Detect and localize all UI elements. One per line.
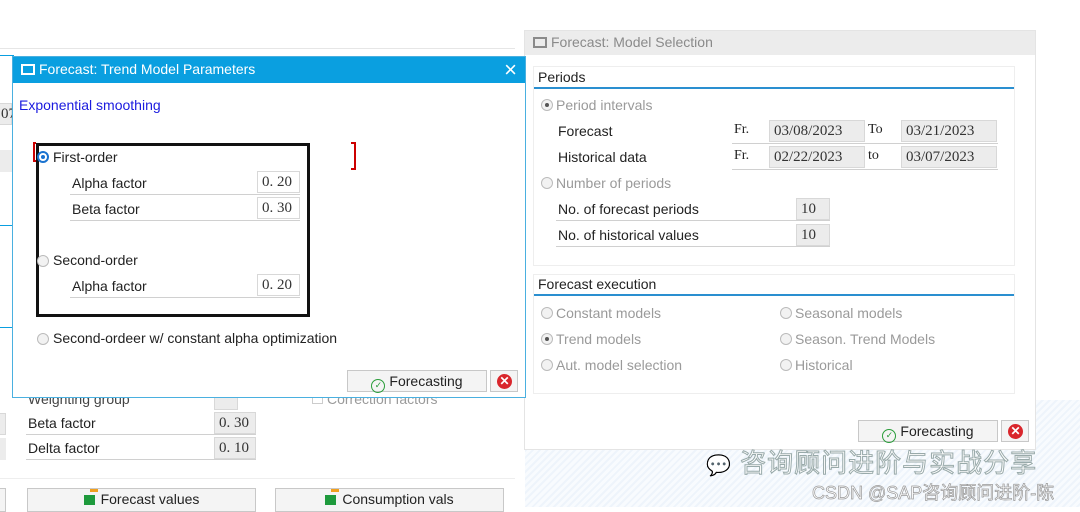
cancel-icon: ✕	[497, 374, 512, 389]
to-label: to	[868, 148, 879, 163]
forecast-periods-input[interactable]: 10	[796, 198, 830, 220]
forecast-periods-label: No. of forecast periods	[558, 201, 699, 217]
to-label: To	[868, 122, 883, 137]
button-label: Forecasting	[389, 373, 463, 389]
wechat-icon: 💬	[706, 455, 732, 478]
from-label: Fr.	[734, 122, 750, 137]
seasonal-models-label: Seasonal models	[795, 305, 903, 321]
trend-models-radio[interactable]	[541, 333, 553, 345]
forecast-label: Forecast	[558, 123, 613, 139]
alpha-factor-label: Alpha factor	[72, 175, 147, 191]
consumption-vals-button[interactable]: Consumption vals	[275, 488, 504, 512]
section-heading: Exponential smoothing	[19, 97, 161, 113]
historical-values-label: No. of historical values	[558, 227, 699, 243]
dialog-title: Forecast: Model Selection	[551, 34, 713, 50]
partial-input[interactable]	[0, 438, 6, 460]
from-label: Fr.	[734, 148, 750, 163]
cancel-button[interactable]: ✕	[490, 370, 518, 392]
auto-model-selection-label: Aut. model selection	[556, 357, 683, 373]
beta-factor-label: Beta factor	[28, 415, 96, 431]
forecasting-button[interactable]: ✓ Forecasting	[858, 420, 998, 443]
button-label: Forecast values	[100, 491, 200, 507]
auto-model-selection-radio[interactable]	[541, 359, 553, 371]
period-intervals-label: Period intervals	[556, 97, 653, 113]
cancel-icon: ✕	[1008, 424, 1023, 439]
focus-bracket	[351, 142, 356, 170]
periods-heading: Periods	[538, 69, 586, 85]
divider	[0, 48, 515, 49]
season-trend-models-label: Season. Trend Models	[795, 331, 936, 347]
forecast-values-button[interactable]: Forecast values	[27, 488, 256, 512]
second-order-opt-radio[interactable]	[37, 333, 49, 345]
dialog-title-bar: Forecast: Trend Model Parameters ×	[13, 57, 525, 83]
export-icon	[325, 489, 340, 505]
beta-factor-label: Beta factor	[72, 201, 140, 217]
seasonal-models-radio[interactable]	[780, 307, 792, 319]
form-icon	[533, 37, 547, 48]
second-order-opt-label: Second-ordeer w/ constant alpha optimiza…	[53, 330, 338, 346]
execution-heading: Forecast execution	[538, 276, 657, 292]
number-of-periods-radio[interactable]	[541, 177, 553, 189]
cancel-button[interactable]: ✕	[1001, 420, 1029, 442]
number-of-periods-label: Number of periods	[556, 175, 672, 191]
second-order-radio[interactable]	[37, 255, 49, 267]
partial-input[interactable]: 07	[0, 103, 16, 125]
watermark: 💬 咨询顾问进阶与实战分享	[706, 443, 1037, 480]
forecast-to-input[interactable]: 03/21/2023	[901, 120, 997, 142]
close-icon[interactable]: ×	[504, 57, 517, 83]
model-selection-dialog: Forecast: Model Selection Periods Period…	[524, 30, 1036, 450]
constant-models-radio[interactable]	[541, 307, 553, 319]
beta-factor-input[interactable]: 0. 30	[214, 412, 256, 434]
dialog-title-bar: Forecast: Model Selection	[525, 31, 1035, 55]
watermark-line2: CSDN @SAP咨询顾问进阶-陈	[812, 483, 1055, 504]
period-intervals-radio[interactable]	[541, 99, 553, 111]
partial-button[interactable]	[0, 150, 12, 172]
dialog-title: Forecast: Trend Model Parameters	[39, 61, 256, 77]
partial-button[interactable]	[0, 488, 6, 512]
season-trend-models-radio[interactable]	[780, 333, 792, 345]
form-icon	[21, 64, 35, 75]
trend-models-label: Trend models	[556, 331, 642, 347]
partial-input[interactable]: 0	[0, 413, 6, 435]
beta-factor-input[interactable]: 0. 30	[257, 197, 300, 219]
constant-models-label: Constant models	[556, 305, 662, 321]
execute-icon: ✓	[371, 379, 386, 393]
second-order-alpha-input[interactable]: 0. 20	[257, 274, 300, 296]
delta-factor-label: Delta factor	[28, 440, 100, 456]
execute-icon: ✓	[882, 429, 897, 443]
forecast-from-input[interactable]: 03/08/2023	[769, 120, 865, 142]
first-order-radio[interactable]	[37, 151, 49, 163]
delta-factor-input[interactable]: 0. 10	[214, 437, 256, 459]
trend-model-dialog: Forecast: Trend Model Parameters × Expon…	[12, 56, 526, 398]
divider	[0, 225, 12, 226]
button-label: Consumption vals	[342, 491, 454, 507]
alpha-factor-input[interactable]: 0. 20	[257, 171, 300, 193]
historical-label: Historical	[795, 357, 853, 373]
divider	[0, 327, 12, 328]
forecast-execution-group: Forecast execution Constant models Seaso…	[533, 274, 1015, 394]
button-label: Forecasting	[900, 423, 974, 439]
historical-radio[interactable]	[780, 359, 792, 371]
first-order-label: First-order	[53, 149, 118, 165]
historical-data-label: Historical data	[558, 149, 647, 165]
export-icon	[83, 489, 98, 505]
forecasting-button[interactable]: ✓ Forecasting	[347, 370, 487, 393]
watermark-line1: 咨询顾问进阶与实战分享	[740, 448, 1038, 479]
periods-group: Periods Period intervals Forecast Fr. 03…	[533, 66, 1015, 266]
historical-from-input[interactable]: 02/22/2023	[769, 146, 865, 168]
alpha-factor-label: Alpha factor	[72, 278, 147, 294]
second-order-label: Second-order	[53, 252, 138, 268]
historical-to-input[interactable]: 03/07/2023	[901, 146, 997, 168]
historical-values-input[interactable]: 10	[796, 224, 830, 246]
